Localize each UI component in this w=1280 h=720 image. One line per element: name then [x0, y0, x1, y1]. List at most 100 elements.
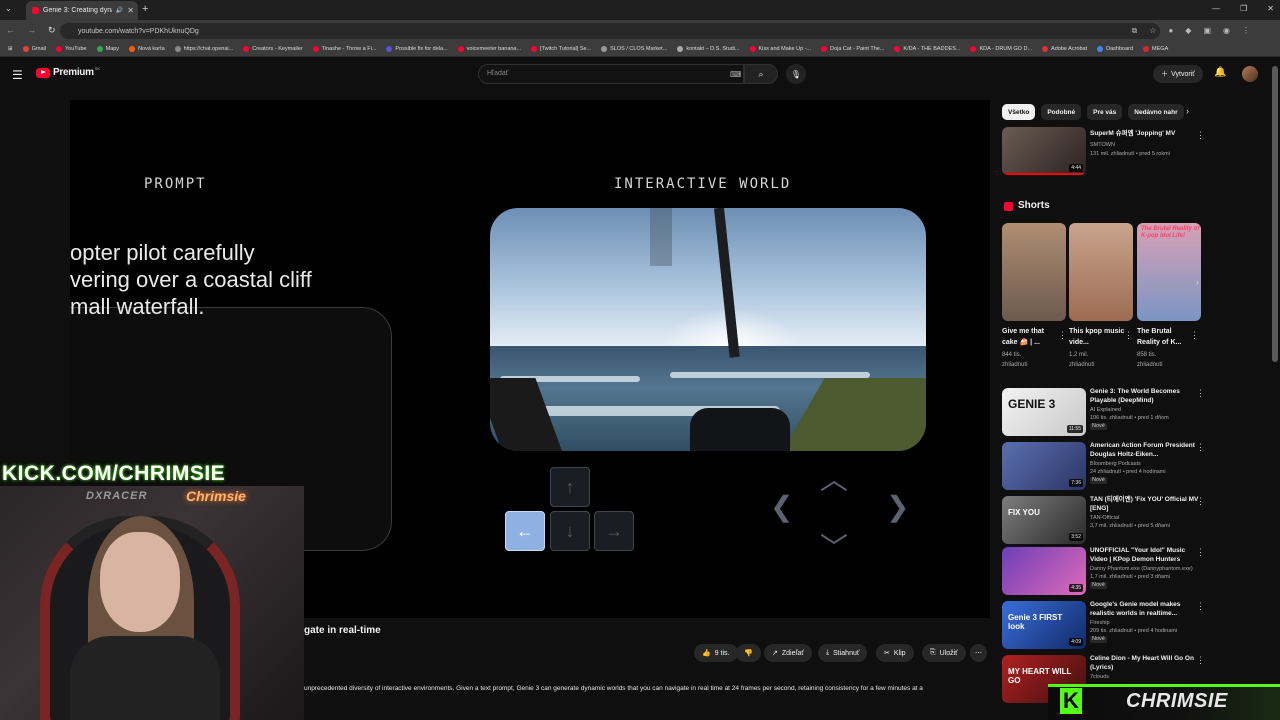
voice-search-button[interactable]: 🎙 [786, 64, 806, 84]
more-options-icon[interactable]: ⋮ [1196, 547, 1205, 558]
chip-for-you[interactable]: Pre vás [1087, 104, 1123, 120]
video-thumbnail[interactable]: FIX YOU 3:52 [1002, 496, 1086, 544]
notifications-bell-icon[interactable]: 🔔 [1214, 67, 1226, 78]
minimize-icon[interactable]: — [1212, 4, 1220, 13]
share-button[interactable]: ↗ Zdieľať [764, 644, 813, 662]
more-options-icon[interactable]: ⋮ [1196, 496, 1205, 507]
back-icon[interactable]: ← [6, 25, 15, 36]
new-badge: Nové [1090, 423, 1107, 430]
user-avatar[interactable] [1242, 66, 1258, 82]
save-button[interactable]: ⎘ Uložiť [922, 644, 966, 662]
create-button[interactable]: ＋ Vytvoriť [1153, 65, 1203, 83]
video-title[interactable]: SuperM 슈퍼엠 'Jopping' MV [1090, 130, 1200, 139]
channel-name[interactable]: Danny Phantom.exe (Dannyphantom.exe) [1090, 565, 1202, 573]
video-thumbnail[interactable]: 7:36 [1002, 442, 1086, 490]
chip-related[interactable]: Podobné [1041, 104, 1082, 120]
chips-next-icon[interactable]: › [1186, 106, 1189, 116]
more-actions-button[interactable]: ⋯ [970, 644, 987, 662]
speaker-icon[interactable]: 🔊 [116, 7, 123, 14]
bookmark-item[interactable]: YouTube [55, 46, 87, 52]
bookmark-item[interactable]: Dashboard [1097, 46, 1133, 52]
video-thumbnail[interactable]: Genie 3 FIRST look 4:09 [1002, 601, 1086, 649]
short-thumbnail[interactable] [1069, 223, 1133, 321]
video-title[interactable]: Google's Genie model makes realistic wor… [1090, 601, 1200, 618]
channel-name[interactable]: AI Explained [1090, 406, 1202, 414]
bookmark-item[interactable]: SLOS / CLOS Market... [601, 46, 667, 52]
bookmark-item[interactable]: kontakt – D.S. Studi... [677, 46, 740, 52]
maximize-icon[interactable]: ❐ [1240, 4, 1247, 13]
bookmark-item[interactable]: K/DA - THE BADDES... [894, 46, 960, 52]
short-title[interactable]: Give me that cake 🍰 | ... [1002, 326, 1058, 348]
more-options-icon[interactable]: ⋮ [1058, 330, 1067, 341]
search-input[interactable]: Hľadať [478, 64, 744, 84]
more-options-icon[interactable]: ⋮ [1196, 601, 1205, 612]
video-title[interactable]: American Action Forum President Douglas … [1090, 442, 1200, 459]
video-title[interactable]: Genie 3: The World Becomes Playable (Dee… [1090, 388, 1200, 405]
more-options-icon[interactable]: ⋮ [1124, 330, 1133, 341]
short-title[interactable]: This kpop music vide... [1069, 326, 1125, 348]
profile-icon[interactable]: ◉ [1223, 26, 1230, 36]
more-options-icon[interactable]: ⋮ [1196, 130, 1205, 141]
bookmark-star-icon[interactable]: ☆ [1149, 26, 1156, 36]
channel-name[interactable]: TAN-Official [1090, 514, 1202, 522]
more-options-icon[interactable]: ⋮ [1196, 655, 1205, 666]
video-title[interactable]: UNOFFICIAL "Your Idol" Music Video | KPo… [1090, 547, 1200, 564]
tab-search-icon[interactable]: ⌄ [5, 4, 12, 13]
more-options-icon[interactable]: ⋮ [1196, 442, 1205, 453]
puzzle-icon[interactable]: ▣ [1203, 26, 1211, 36]
menu-icon[interactable]: ⋮ [1242, 26, 1250, 36]
youtube-logo[interactable]: Premium SK [36, 66, 100, 78]
bookmark-item[interactable]: voicemeeter banana... [457, 46, 521, 52]
apps-icon[interactable]: ⊞ [8, 46, 13, 52]
channel-name[interactable]: SMTOWN [1090, 141, 1115, 149]
forward-icon[interactable]: → [27, 25, 36, 36]
keyboard-icon[interactable]: ⌨ [730, 70, 742, 79]
bookmark-item[interactable]: Adobe Acrobat [1042, 46, 1087, 52]
bookmark-item[interactable]: Creators - Keymailer [243, 46, 303, 52]
more-options-icon[interactable]: ⋮ [1190, 330, 1199, 341]
search-button[interactable]: ⌕ [744, 64, 778, 84]
video-thumbnail[interactable]: 4:35 [1002, 547, 1086, 595]
bookmark-item[interactable]: Possible fix for dela... [386, 46, 448, 52]
like-button[interactable]: 👍 9 tis. [694, 644, 738, 662]
dislike-button[interactable]: 👎 [736, 644, 761, 662]
extension-icon[interactable]: ● [1168, 26, 1173, 36]
hamburger-menu-icon[interactable]: ☰ [12, 68, 23, 82]
bookmark-item[interactable]: https://chat.openai... [174, 46, 233, 52]
more-options-icon[interactable]: ⋮ [1196, 388, 1205, 399]
url-input[interactable]: youtube.com/watch?v=PDKhUknuQDg [60, 23, 1160, 39]
channel-name[interactable]: Fireship [1090, 619, 1202, 627]
chip-recently-uploaded[interactable]: Nedávno nahr [1128, 104, 1184, 120]
video-thumbnail[interactable]: 4:44 [1002, 127, 1086, 175]
close-window-icon[interactable]: ✕ [1267, 4, 1274, 13]
extension-icon[interactable]: ◆ [1185, 26, 1191, 36]
short-thumbnail[interactable] [1002, 223, 1066, 321]
bookmark-item[interactable]: Mapy [96, 46, 119, 52]
browser-tab[interactable]: Genie 3: Creating dynamic 🔊 ✕ [26, 1, 138, 20]
channel-name[interactable]: Bloomberg Podcasts [1090, 460, 1202, 468]
bookmark-item[interactable]: [Twitch Tutorial] Se... [531, 46, 591, 52]
bookmark-item[interactable]: Doja Cat - Paint The... [821, 46, 884, 52]
short-title[interactable]: The Brutal Reality of K... [1137, 326, 1193, 348]
video-thumbnail[interactable]: GENIE 3 11:55 [1002, 388, 1086, 436]
bookmark-item[interactable]: Gmail [22, 46, 46, 52]
scrollbar[interactable] [1272, 66, 1278, 362]
short-thumbnail[interactable]: The Brutal Reality of K-pop Idol Life! [1137, 223, 1201, 321]
bookmark-item[interactable]: MEGA [1143, 46, 1168, 52]
install-icon[interactable]: ⧉ [1132, 26, 1138, 36]
video-description[interactable]: unprecedented diversity of interactive e… [304, 685, 980, 692]
download-button[interactable]: ⤓ Stiahnuť [818, 644, 868, 662]
reload-icon[interactable]: ↻ [48, 25, 56, 36]
close-tab-icon[interactable]: ✕ [127, 6, 134, 15]
bookmark-item[interactable]: Kiss and Make Up -... [749, 46, 811, 52]
chip-all[interactable]: Všetko [1002, 104, 1036, 120]
video-title[interactable]: TAN (티에이엔) 'Fix YOU' Official MV [ENG] [1090, 496, 1200, 513]
channel-name[interactable]: 7clouds [1090, 673, 1202, 681]
bookmark-item[interactable]: KDA - DRUM GO D... [970, 46, 1032, 52]
bookmark-item[interactable]: Tinashe - Throw a Fi... [312, 46, 376, 52]
video-title[interactable]: Celine Dion - My Heart Will Go On (Lyric… [1090, 655, 1200, 672]
bookmark-item[interactable]: Nová karta [129, 46, 165, 52]
new-tab-button[interactable]: + [142, 3, 148, 15]
shorts-next-icon[interactable]: › [1196, 278, 1199, 287]
clip-button[interactable]: ✂ Klip [876, 644, 914, 662]
